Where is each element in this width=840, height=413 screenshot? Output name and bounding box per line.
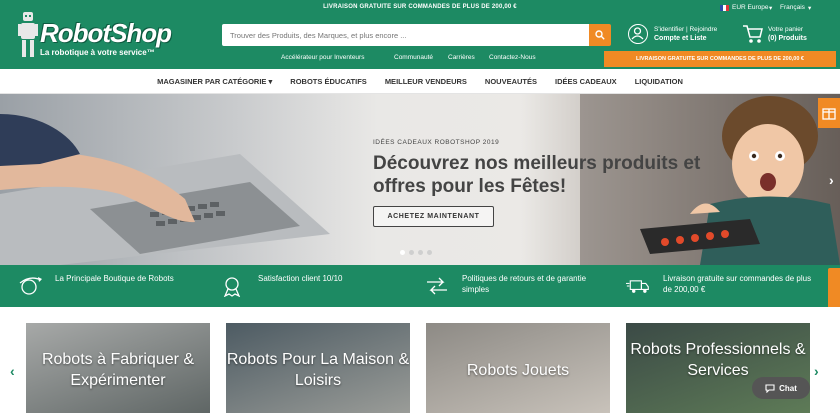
nav-gift-ideas[interactable]: IDÉES CADEAUX — [546, 77, 626, 86]
category-label: Robots Jouets — [466, 362, 570, 379]
shop-now-button[interactable]: ACHETEZ MAINTENANT — [373, 206, 494, 227]
link-contact[interactable]: Contactez-Nous — [489, 54, 536, 61]
gift-icon — [822, 108, 836, 120]
carousel-dot[interactable] — [400, 250, 405, 255]
hero-banner[interactable]: › IDÉES CADEAUX ROBOTSHOP 2019 Découvrez… — [0, 94, 840, 265]
globe-plane-icon — [19, 277, 42, 295]
gift-side-tab[interactable] — [818, 98, 840, 128]
nav-new-arrivals[interactable]: NOUVEAUTÉS — [476, 77, 546, 86]
user-icon — [628, 24, 648, 44]
cart-free-shipping-badge: LIVRAISON GRATUITE SUR COMMANDES DE PLUS… — [604, 51, 836, 67]
nav-shop-by-category[interactable]: MAGASINER PAR CATÉGORIE ▾ — [148, 77, 281, 86]
search-input[interactable] — [222, 24, 590, 46]
hero-eyebrow: IDÉES CADEAUX ROBOTSHOP 2019 — [373, 139, 500, 146]
carousel-dots — [400, 250, 432, 255]
category-card[interactable]: Robots Jouets — [426, 323, 610, 413]
category-carousel: ‹ Robots à Fabriquer & Expérimenter Robo… — [0, 307, 840, 413]
chat-button[interactable]: Chat — [752, 377, 810, 399]
chevron-down-icon: ▾ — [268, 76, 273, 86]
robot-mascot-icon — [18, 12, 38, 57]
chat-label: Chat — [779, 383, 797, 393]
link-inventor-accelerator[interactable]: Accélérateur pour Inventeurs — [281, 54, 364, 61]
sign-in-link[interactable]: S'identifier | Rejoindre — [654, 26, 717, 33]
site-header: LIVRAISON GRATUITE SUR COMMANDES DE PLUS… — [0, 0, 840, 69]
hero-next-arrow[interactable]: › — [829, 172, 834, 188]
category-card[interactable]: Robots à Fabriquer & Expérimenter — [26, 323, 210, 413]
account-menu[interactable]: S'identifier | Rejoindre Compte et Liste — [628, 24, 728, 48]
features-strip: La Principale Boutique de Robots Satisfa… — [0, 265, 840, 307]
feature-text: Satisfaction client 10/10 — [258, 274, 343, 283]
laptop-image — [0, 114, 330, 265]
link-careers[interactable]: Carrières — [448, 54, 475, 61]
cart-icon — [743, 25, 763, 43]
carousel-next-arrow[interactable]: › — [814, 363, 819, 379]
feature-text: Politiques de retours et de garantie sim… — [462, 274, 587, 294]
category-card[interactable]: Robots Professionnels & Services — [626, 323, 810, 413]
chevron-down-icon: ▾ — [769, 5, 773, 12]
carousel-dot[interactable] — [427, 250, 432, 255]
cart-button[interactable]: Votre panier (0) Produits — [742, 24, 832, 48]
category-label: Robots Professionnels & Services — [630, 341, 806, 379]
search-icon — [595, 30, 605, 40]
chat-bubble-icon — [765, 383, 775, 393]
hero-title: Découvrez nos meilleurs produits et offr… — [373, 153, 701, 197]
account-list-link[interactable]: Compte et Liste — [654, 35, 707, 42]
return-arrows-icon — [427, 277, 447, 295]
cart-label: Votre panier — [768, 26, 804, 33]
robotshop-logo[interactable]: RobotShop La robotique à votre service™ — [18, 10, 172, 60]
carousel-dot[interactable] — [418, 250, 423, 255]
category-card[interactable]: Robots Pour La Maison & Loisirs — [226, 323, 410, 413]
feature-text: La Principale Boutique de Robots — [55, 274, 174, 283]
logo-tagline: La robotique à votre service™ — [40, 48, 155, 57]
delivery-truck-icon — [626, 280, 649, 293]
carousel-prev-arrow[interactable]: ‹ — [10, 363, 15, 379]
cart-count: (0) Produits — [768, 35, 807, 42]
currency-selector[interactable]: EUR Europe — [732, 4, 769, 11]
nav-label: MAGASINER PAR CATÉGORIE — [157, 76, 267, 86]
flag-icon — [720, 5, 729, 11]
chevron-down-icon: ▾ — [808, 5, 812, 12]
language-selector[interactable]: Français — [780, 4, 805, 11]
nav-best-sellers[interactable]: MEILLEUR VENDEURS — [376, 77, 476, 86]
nav-educational-robots[interactable]: ROBOTS ÉDUCATIFS — [281, 77, 376, 86]
category-label: Robots Pour La Maison & Loisirs — [226, 351, 410, 389]
feature-text: Livraison gratuite sur commandes de plus… — [663, 274, 812, 294]
nav-clearance[interactable]: LIQUIDATION — [626, 77, 692, 86]
search-button[interactable] — [589, 24, 611, 46]
category-label: Robots à Fabriquer & Expérimenter — [41, 351, 195, 389]
link-community[interactable]: Communauté — [394, 54, 433, 61]
logo-wordmark: RobotShop — [40, 18, 172, 48]
carousel-dot[interactable] — [409, 250, 414, 255]
main-nav: MAGASINER PAR CATÉGORIE ▾ ROBOTS ÉDUCATI… — [0, 69, 840, 94]
award-badge-icon — [223, 277, 241, 297]
